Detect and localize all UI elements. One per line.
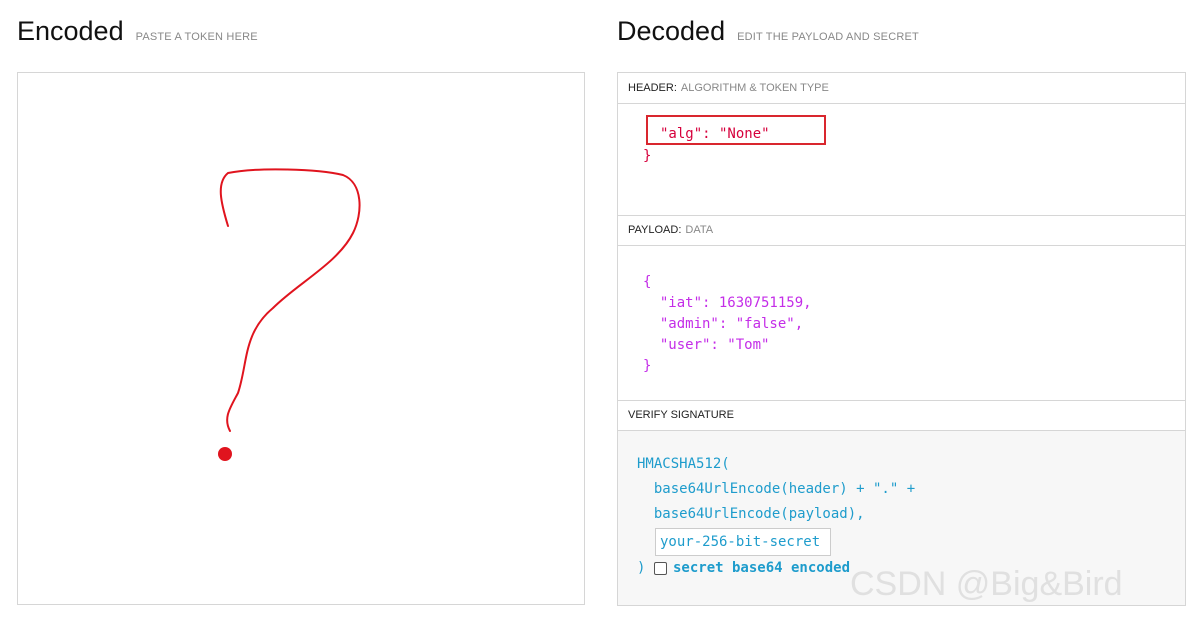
verify-label: VERIFY SIGNATURE (628, 409, 734, 421)
encoded-subtitle: PASTE A TOKEN HERE (135, 31, 258, 43)
encoded-heading: Encoded PASTE A TOKEN HERE (17, 16, 258, 47)
header-sublabel: ALGORITHM & TOKEN TYPE (680, 82, 829, 94)
payload-sublabel: DATA (685, 224, 714, 236)
decoded-subtitle: EDIT THE PAYLOAD AND SECRET (737, 31, 919, 43)
encoded-token-textarea[interactable] (17, 72, 585, 605)
base64-checkbox-label[interactable]: secret base64 encoded (673, 560, 850, 576)
payload-line-iat: "iat": 1630751159, (643, 295, 812, 311)
verify-line-fn: HMACSHA512( (637, 456, 730, 472)
decoded-title: Decoded (617, 16, 726, 46)
verify-line-header: base64UrlEncode(header) + "." + (637, 481, 916, 497)
payload-section-title: PAYLOAD: DATA (618, 215, 1185, 246)
question-mark-drawing (218, 168, 361, 461)
payload-line-admin: "admin": "false", (643, 316, 804, 332)
header-line-alg: "alg": "None" (660, 126, 770, 142)
payload-line-user: "user": "Tom" (643, 337, 770, 353)
payload-line-close: } (643, 358, 652, 374)
base64-checkbox[interactable] (654, 562, 667, 575)
verify-line-payload: base64UrlEncode(payload), (637, 506, 865, 522)
payload-json-editor[interactable]: { "iat": 1630751159, "admin": "false", "… (618, 246, 1185, 401)
encoded-title: Encoded (17, 16, 124, 46)
verify-close-paren: ) (637, 560, 646, 576)
header-section-title: HEADER: ALGORITHM & TOKEN TYPE (618, 73, 1185, 104)
header-label: HEADER: (628, 82, 677, 94)
header-line-close: } (643, 148, 652, 164)
watermark: CSDN @Big&Bird (850, 565, 1123, 603)
payload-label: PAYLOAD: (628, 224, 682, 236)
decoded-panel: HEADER: ALGORITHM & TOKEN TYPE "alg": "No… (617, 72, 1186, 606)
verify-section-title: VERIFY SIGNATURE (618, 400, 1185, 431)
secret-input[interactable] (655, 528, 831, 556)
header-json-editor[interactable]: "alg": "None" } (618, 104, 1185, 216)
payload-line-open: { (643, 274, 652, 290)
decoded-heading: Decoded EDIT THE PAYLOAD AND SECRET (617, 16, 919, 47)
